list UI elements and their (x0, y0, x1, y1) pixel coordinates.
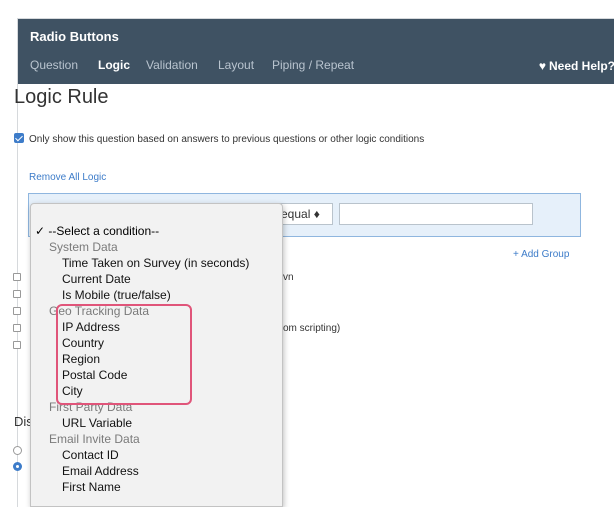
geo-tracking-highlight-box (56, 304, 192, 405)
tab-logic[interactable]: Logic (98, 58, 130, 72)
dropdown-option-email-address[interactable]: Email Address (31, 464, 282, 479)
display-radio-2[interactable] (13, 462, 22, 471)
checkmark-icon: ✓ (35, 224, 46, 238)
option-checkbox-2[interactable] (13, 290, 21, 298)
option-checkbox-3[interactable] (13, 307, 21, 315)
add-group-link[interactable]: + Add Group (513, 249, 569, 260)
dropdown-option-time-taken[interactable]: Time Taken on Survey (in seconds) (31, 256, 282, 271)
tab-validation[interactable]: Validation (146, 58, 198, 72)
only-show-checkbox[interactable] (14, 133, 24, 143)
dropdown-option-url-variable[interactable]: URL Variable (31, 416, 282, 431)
heart-icon: ♥ (538, 59, 546, 73)
dropdown-option-first-name[interactable]: First Name (31, 480, 282, 495)
tab-layout[interactable]: Layout (218, 58, 254, 72)
dropdown-selected-item[interactable]: ✓ --Select a condition-- (31, 224, 282, 239)
need-help-button[interactable]: ♥ Need Help? (539, 59, 614, 73)
dropdown-group-system-data: System Data (49, 240, 118, 254)
option-checkbox-5[interactable] (13, 341, 21, 349)
logic-rule-heading: Logic Rule (14, 86, 109, 108)
option-checkbox-1[interactable] (13, 273, 21, 281)
display-radio-1[interactable] (13, 446, 22, 455)
dropdown-group-email-invite: Email Invite Data (49, 432, 140, 446)
need-help-label: Need Help? (548, 59, 614, 73)
tab-piping-repeat[interactable]: Piping / Repeat (272, 58, 354, 72)
option-label-4-partial: om scripting) (283, 323, 341, 334)
option-label-1-partial: vn (283, 272, 294, 283)
editor-header: Radio Buttons Question Logic Validation … (18, 19, 614, 84)
remove-all-logic-link[interactable]: Remove All Logic (29, 172, 106, 183)
dropdown-item-label: --Select a condition-- (48, 224, 160, 238)
dropdown-option-current-date[interactable]: Current Date (31, 272, 282, 287)
dropdown-option-is-mobile[interactable]: Is Mobile (true/false) (31, 288, 282, 303)
tab-question[interactable]: Question (30, 58, 78, 72)
only-show-checkbox-row[interactable]: Only show this question based on answers… (14, 133, 424, 145)
option-checkbox-4[interactable] (13, 324, 21, 332)
dropdown-option-contact-id[interactable]: Contact ID (31, 448, 282, 463)
value-input[interactable] (339, 203, 533, 225)
only-show-label: Only show this question based on answers… (29, 134, 425, 145)
question-type-title: Radio Buttons (30, 29, 119, 44)
